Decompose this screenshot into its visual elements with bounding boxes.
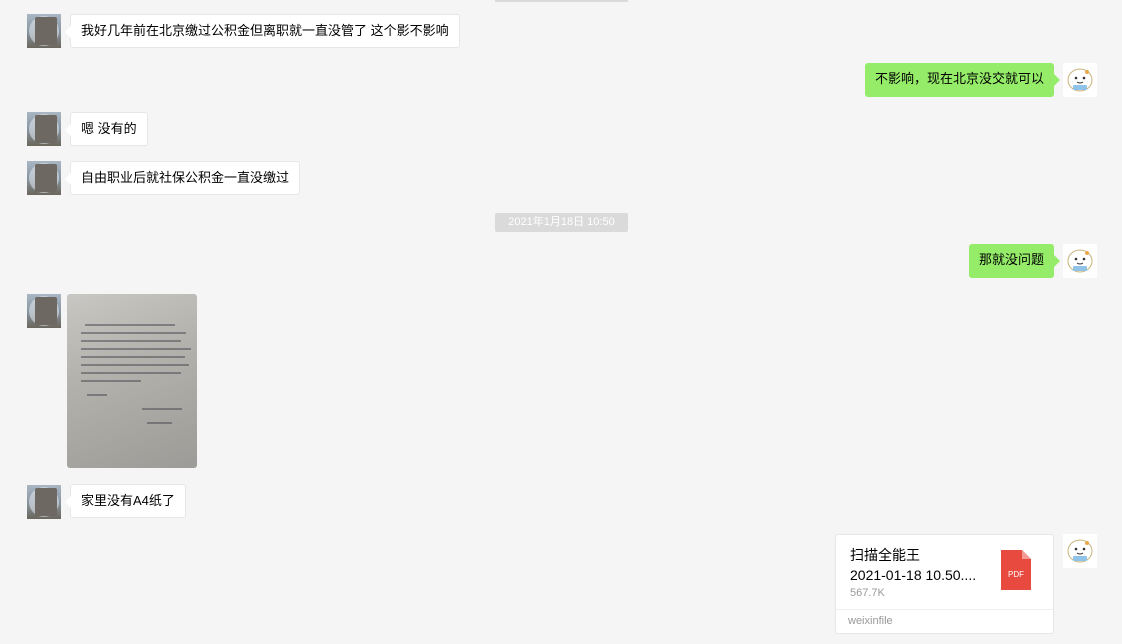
file-message-card[interactable]: 扫描全能王 2021-01-18 10.50.... 567.7K PDF we… [835,534,1054,634]
contact-avatar[interactable] [27,161,61,195]
chat-timestamp: 2021年1月18日 10:50 [495,213,628,232]
file-size: 567.7K [850,587,885,599]
message-bubble-received[interactable]: 嗯 没有的 [65,112,148,146]
file-source: weixinfile [836,609,1053,633]
self-avatar[interactable] [1063,244,1097,278]
file-name: 扫描全能王 2021-01-18 10.50.... [850,547,977,583]
message-bubble-received[interactable]: 家里没有A4纸了 [65,484,186,518]
self-avatar[interactable] [1063,534,1097,568]
contact-avatar[interactable] [27,485,61,519]
message-bubble-sent[interactable]: 不影响，现在北京没交就可以 [864,63,1061,97]
self-avatar[interactable] [1063,63,1097,97]
message-bubble-sent[interactable]: 那就没问题 [968,244,1061,278]
contact-avatar[interactable] [27,294,61,328]
pdf-icon-label: PDF [1008,570,1024,579]
message-bubble-received[interactable]: 自由职业后就社保公积金一直没缴过 [64,161,301,195]
contact-avatar[interactable] [27,112,61,146]
previous-timestamp-edge [495,0,628,2]
image-message-handwritten-note[interactable] [67,294,197,468]
pdf-icon: PDF [1001,550,1031,590]
contact-avatar[interactable] [27,14,61,48]
message-bubble-received[interactable]: 我好几年前在北京缴过公积金但离职就一直没管了 这个影不影响 [65,14,460,48]
